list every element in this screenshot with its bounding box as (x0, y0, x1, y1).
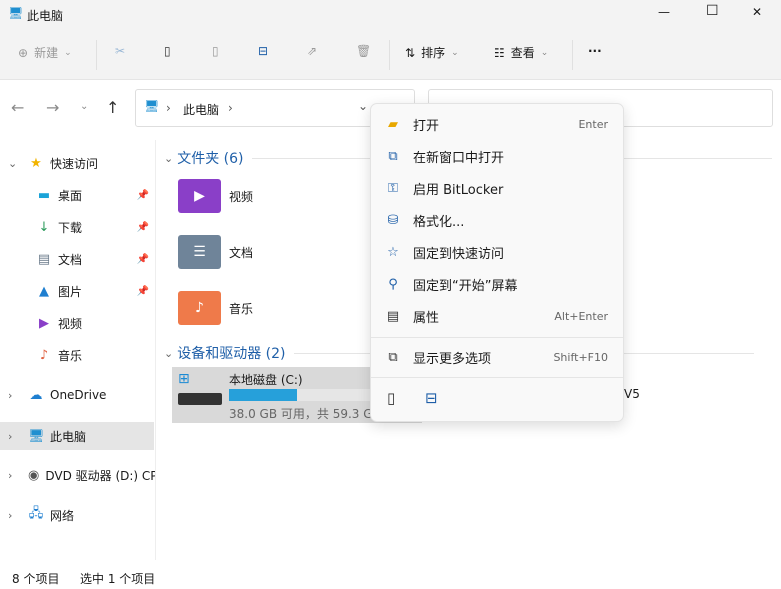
folder-videos[interactable]: ▶ 视频 (178, 179, 253, 213)
menu-item-open-new-window[interactable]: ⧉ 在新窗口中打开 (371, 140, 623, 172)
sidebar-quick-access[interactable]: ★ 快速访问 (0, 149, 155, 177)
sidebar-item-documents[interactable]: ▤ 文档 📌 (0, 245, 155, 273)
computer-icon: 🖥 (28, 428, 45, 444)
desktop-icon: ▬ (37, 187, 51, 203)
picture-icon: ▲ (39, 283, 49, 299)
computer-icon: 🖥 (8, 6, 24, 20)
copy-icon[interactable]: ▯ (164, 44, 171, 58)
close-button[interactable]: ✕ (752, 5, 762, 19)
music-icon: ♪ (39, 347, 49, 363)
open-folder-icon: ▰ (388, 116, 398, 132)
music-folder-icon: ♪ (178, 291, 221, 325)
expand-chevron-icon[interactable]: › (8, 430, 12, 443)
new-button[interactable]: ⊕ 新建 ⌄ (18, 44, 72, 61)
network-icon: 🖧 (28, 506, 44, 521)
sidebar-item-downloads[interactable]: ↓ 下载 📌 (0, 213, 155, 241)
menu-item-show-more[interactable]: ⧉ 显示更多选项 Shift+F10 (371, 341, 623, 373)
pin-icon: 📌 (136, 285, 149, 297)
sidebar-item-videos[interactable]: ▶ 视频 (0, 309, 155, 337)
sidebar-item-desktop[interactable]: ▬ 桌面 📌 (0, 181, 155, 209)
properties-icon: ▤ (386, 308, 400, 324)
title-bar: 🖥 此电脑 — ☐ ✕ (0, 0, 781, 28)
windows-logo-icon: ⊞ (178, 371, 190, 387)
video-folder-icon: ▶ (178, 179, 221, 213)
cut-icon[interactable]: ✂ (115, 44, 125, 58)
document-folder-icon: ☰ (178, 235, 221, 269)
forward-icon[interactable]: → (46, 98, 59, 117)
sidebar-dvd[interactable]: ◉DVD 驱动器 (D:) CPBA_X (0, 461, 155, 489)
drive-icon (178, 393, 222, 405)
recent-chevron-icon[interactable]: ⌄ (80, 101, 88, 112)
computer-icon: 🖥 (144, 99, 160, 113)
pin-icon: ⚲ (388, 276, 398, 292)
document-icon: ▤ (37, 251, 51, 267)
show-more-icon: ⧉ (388, 349, 398, 365)
pin-icon: 📌 (136, 253, 149, 265)
menu-item-bitlocker[interactable]: ⚿ 启用 BitLocker (371, 172, 623, 204)
menu-item-format[interactable]: ⛁ 格式化... (371, 204, 623, 236)
download-icon: ↓ (38, 219, 50, 235)
pin-icon: 📌 (136, 189, 149, 201)
maximize-button[interactable]: ☐ (706, 3, 719, 19)
rename-icon[interactable]: ⊟ (425, 389, 438, 407)
sidebar-network[interactable]: 🖧 网络 (0, 501, 155, 529)
view-icon: ☷ (494, 45, 505, 60)
sidebar-this-pc[interactable]: 🖥 此电脑 (0, 422, 154, 450)
sidebar-item-pictures[interactable]: ▲ 图片 📌 (0, 277, 155, 305)
menu-item-properties[interactable]: ▤ 属性 Alt+Enter (371, 300, 623, 332)
sort-icon: ⇅ (405, 45, 416, 60)
external-window-icon: ⧉ (388, 148, 398, 164)
menu-item-pin-quick-access[interactable]: ☆ 固定到快速访问 (371, 236, 623, 268)
video-icon: ▶ (39, 315, 49, 331)
breadcrumb-this-pc[interactable]: 此电脑 (183, 101, 219, 118)
format-icon: ⛁ (387, 212, 399, 228)
address-dropdown-icon[interactable]: ⌄ (358, 99, 368, 113)
sidebar-item-music[interactable]: ♪ 音乐 (0, 341, 155, 369)
dvd-icon: ◉ (28, 467, 40, 483)
folder-music[interactable]: ♪ 音乐 (178, 291, 253, 325)
plus-icon: ⊕ (18, 45, 29, 60)
paste-icon[interactable]: ▯ (212, 44, 219, 58)
command-bar: ⊕ 新建 ⌄ ✂ ▯ ▯ ⊟ ⇗ 🗑 ⇅ 排序 ⌄ ☷ 查看 ⌄ ··· (0, 28, 781, 80)
star-outline-icon: ☆ (387, 244, 399, 260)
pin-icon: 📌 (136, 221, 149, 233)
copy-icon[interactable]: ▯ (387, 389, 395, 407)
key-icon: ⚿ (388, 180, 398, 196)
more-button[interactable]: ··· (588, 44, 602, 58)
share-icon[interactable]: ⇗ (307, 44, 317, 58)
window-title: 此电脑 (27, 9, 64, 23)
menu-item-pin-start[interactable]: ⚲ 固定到“开始”屏幕 (371, 268, 623, 300)
sort-button[interactable]: ⇅ 排序 ⌄ (405, 44, 459, 61)
star-icon: ★ (30, 155, 42, 171)
status-selected-count: 选中 1 个项目 (80, 572, 156, 586)
context-menu: ▰ 打开 Enter ⧉ 在新窗口中打开 ⚿ 启用 BitLocker ⛁ 格式化... … (370, 103, 624, 422)
back-icon[interactable]: ← (11, 98, 24, 117)
minimize-button[interactable]: — (658, 5, 670, 19)
rename-icon[interactable]: ⊟ (258, 44, 268, 58)
folder-documents[interactable]: ☰ 文档 (178, 235, 253, 269)
view-button[interactable]: ☷ 查看 ⌄ (494, 44, 548, 61)
menu-item-open[interactable]: ▰ 打开 Enter (371, 108, 623, 140)
delete-icon[interactable]: 🗑 (356, 44, 371, 58)
cloud-icon: ☁ (29, 387, 43, 403)
sidebar-onedrive[interactable]: ☁ OneDrive (0, 381, 155, 409)
status-item-count: 8 个项目 (12, 572, 60, 586)
up-icon[interactable]: ↑ (106, 98, 119, 117)
